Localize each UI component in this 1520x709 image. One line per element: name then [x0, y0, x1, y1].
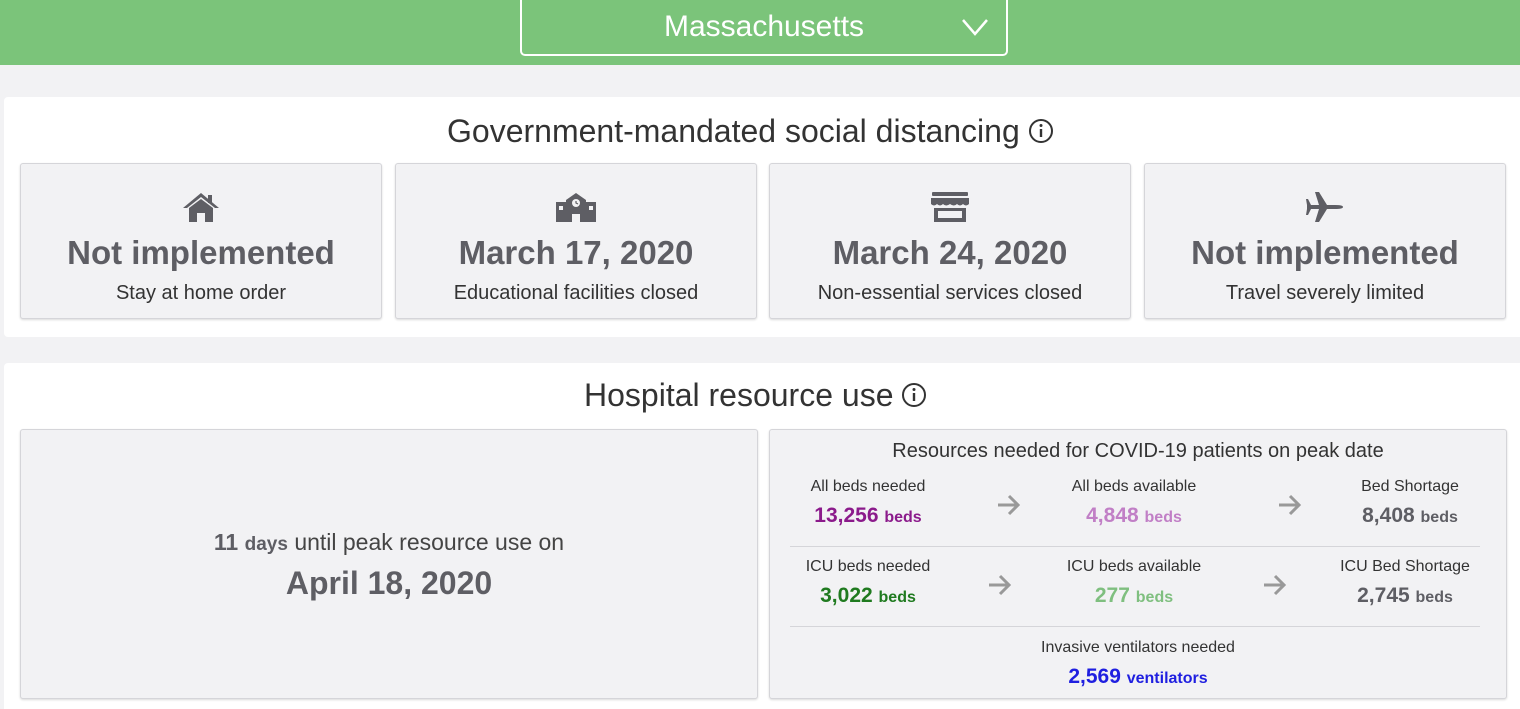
bed-shortage-unit: beds	[1420, 509, 1458, 526]
stay-at-home-label: Stay at home order	[115, 282, 287, 304]
state-selector-value: Massachusetts	[663, 10, 865, 43]
travel-value: Not implemented	[1191, 234, 1459, 271]
arrow-right-icon	[1279, 494, 1302, 516]
icu-beds-needed-label: ICU beds needed	[805, 558, 931, 575]
airplane-icon	[1306, 192, 1343, 222]
arrow-right-icon	[998, 494, 1021, 516]
ventilators: Invasive ventilators needed 2,569 ventil…	[770, 639, 1506, 689]
icu-bed-shortage: ICU Bed Shortage 2,745 beds	[1315, 558, 1495, 608]
all-beds-available-unit: beds	[1144, 509, 1182, 526]
peak-date: April 18, 2020	[285, 565, 493, 601]
ventilators-label: Invasive ventilators needed	[1041, 639, 1235, 656]
social-distancing-panel: Government-mandated social distancing No…	[4, 97, 1520, 337]
store-icon	[931, 192, 969, 222]
all-beds-needed: All beds needed 13,256 beds	[778, 478, 958, 528]
ventilators-value: 2,569 ventilators	[770, 665, 1506, 689]
all-beds-needed-unit: beds	[884, 509, 922, 526]
all-beds-needed-number: 13,256	[814, 504, 879, 527]
hospital-panel: Hospital resource use 11 days until peak…	[4, 363, 1520, 709]
state-selector[interactable]: Massachusetts	[520, 0, 1008, 56]
resources-heading: Resources needed for COVID-19 patients o…	[892, 440, 1384, 462]
icu-bed-shortage-label: ICU Bed Shortage	[1340, 558, 1470, 575]
bed-shortage-value: 8,408 beds	[1320, 504, 1500, 528]
all-beds-available: All beds available 4,848 beds	[1044, 478, 1224, 528]
divider	[790, 546, 1480, 547]
non-essential-label: Non-essential services closed	[817, 282, 1083, 304]
chevron-down-icon	[962, 19, 988, 36]
ventilators-unit: ventilators	[1126, 670, 1208, 687]
peak-days-text: until peak resource use on	[294, 529, 565, 555]
bed-shortage-number: 8,408	[1362, 504, 1415, 527]
all-beds-available-label: All beds available	[1071, 478, 1197, 495]
peak-countdown: 11 days until peak resource use on	[21, 529, 757, 556]
peak-days-value: 11	[213, 529, 239, 555]
social-distancing-title-text: Government-mandated social distancing	[447, 113, 1020, 149]
icu-beds-available-label: ICU beds available	[1066, 558, 1202, 575]
all-beds-available-number: 4,848	[1086, 504, 1139, 527]
bed-shortage-label: Bed Shortage	[1361, 478, 1459, 495]
top-bar: Massachusetts	[0, 0, 1520, 65]
non-essential-card: March 24, 2020 Non-essential services cl…	[769, 163, 1131, 319]
icu-bed-shortage-number: 2,745	[1357, 584, 1410, 607]
bed-shortage: Bed Shortage 8,408 beds	[1320, 478, 1500, 528]
info-icon[interactable]	[901, 382, 927, 408]
icu-beds-needed-number: 3,022	[820, 584, 873, 607]
icu-beds-needed: ICU beds needed 3,022 beds	[778, 558, 958, 608]
all-beds-needed-value: 13,256 beds	[778, 504, 958, 528]
home-icon	[183, 193, 219, 222]
icu-beds-available: ICU beds available 277 beds	[1044, 558, 1224, 608]
icu-bed-shortage-unit: beds	[1415, 589, 1453, 606]
icu-beds-needed-value: 3,022 beds	[778, 584, 958, 608]
peak-days-unit: days	[244, 534, 288, 555]
school-icon	[556, 193, 596, 222]
icu-beds-available-value: 277 beds	[1044, 584, 1224, 608]
all-beds-available-value: 4,848 beds	[1044, 504, 1224, 528]
hospital-title-text: Hospital resource use	[584, 377, 894, 413]
education-label: Educational facilities closed	[453, 282, 699, 304]
education-value: March 17, 2020	[458, 234, 694, 271]
icu-bed-shortage-value: 2,745 beds	[1315, 584, 1495, 608]
travel-card: Not implemented Travel severely limited	[1144, 163, 1506, 319]
icu-beds-needed-unit: beds	[878, 589, 916, 606]
travel-label: Travel severely limited	[1225, 282, 1425, 304]
social-distancing-title: Government-mandated social distancing	[447, 113, 1054, 150]
arrow-right-icon	[989, 574, 1012, 596]
ventilators-number: 2,569	[1068, 665, 1121, 688]
arrow-right-icon	[1264, 574, 1287, 596]
icu-beds-available-number: 277	[1094, 584, 1130, 607]
education-card: March 17, 2020 Educational facilities cl…	[395, 163, 757, 319]
resources-card: Resources needed for COVID-19 patients o…	[769, 429, 1507, 699]
divider	[790, 626, 1480, 627]
peak-card: 11 days until peak resource use on April…	[20, 429, 758, 699]
stay-at-home-card: Not implemented Stay at home order	[20, 163, 382, 319]
all-beds-needed-label: All beds needed	[810, 478, 926, 495]
stay-at-home-value: Not implemented	[67, 234, 335, 271]
non-essential-value: March 24, 2020	[832, 234, 1068, 271]
icu-beds-available-unit: beds	[1135, 589, 1174, 606]
hospital-title: Hospital resource use	[584, 377, 927, 414]
info-icon[interactable]	[1028, 118, 1054, 144]
